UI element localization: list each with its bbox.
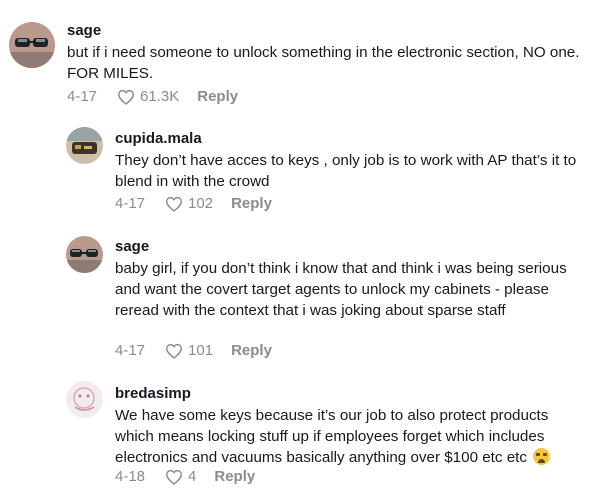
comment-text: baby girl, if you don’t think i know tha…: [115, 260, 567, 319]
user-avatar[interactable]: [66, 381, 103, 418]
like-count: 101: [188, 342, 214, 359]
comment-date: 4-18: [115, 468, 146, 485]
user-avatar[interactable]: [66, 236, 103, 273]
reply-button[interactable]: Reply: [197, 88, 238, 105]
comment-date: 4-17: [115, 195, 146, 212]
username[interactable]: cupida.mala: [115, 130, 202, 147]
reply-button[interactable]: Reply: [231, 342, 272, 359]
reply-button[interactable]: Reply: [231, 195, 272, 212]
crying-face-emoji: [533, 448, 551, 465]
comment-meta: 4-17 102 Reply: [115, 195, 272, 212]
user-avatar[interactable]: [66, 127, 103, 164]
comment-meta: 4-17 101 Reply: [115, 342, 272, 359]
comment-text: They don’t have acces to keys , only job…: [115, 152, 577, 190]
heart-icon: [166, 343, 183, 359]
user-avatar[interactable]: [9, 22, 55, 68]
heart-icon: [166, 469, 183, 485]
username[interactable]: sage: [67, 22, 101, 39]
comment-text-body: We have some keys because it’s our job t…: [115, 407, 549, 466]
like-count: 61.3K: [140, 88, 180, 105]
reply-button[interactable]: Reply: [214, 468, 255, 485]
comment-meta: 4-17 61.3K Reply: [67, 88, 238, 105]
username[interactable]: sage: [115, 238, 149, 255]
comment-text: We have some keys because it’s our job t…: [115, 405, 585, 468]
comment-date: 4-17: [115, 342, 146, 359]
like-button[interactable]: 4: [165, 468, 196, 485]
like-button[interactable]: 61.3K: [117, 88, 179, 105]
like-button[interactable]: 102: [165, 195, 213, 212]
like-count: 102: [188, 195, 214, 212]
heart-icon: [118, 89, 135, 105]
like-button[interactable]: 101: [165, 342, 213, 359]
username[interactable]: bredasimp: [115, 385, 191, 402]
heart-icon: [166, 196, 183, 212]
like-count: 4: [188, 468, 197, 485]
comment-meta: 4-18 4 Reply: [115, 468, 255, 485]
comment-date: 4-17: [67, 88, 98, 105]
comment-text: but if i need someone to unlock somethin…: [67, 44, 580, 82]
